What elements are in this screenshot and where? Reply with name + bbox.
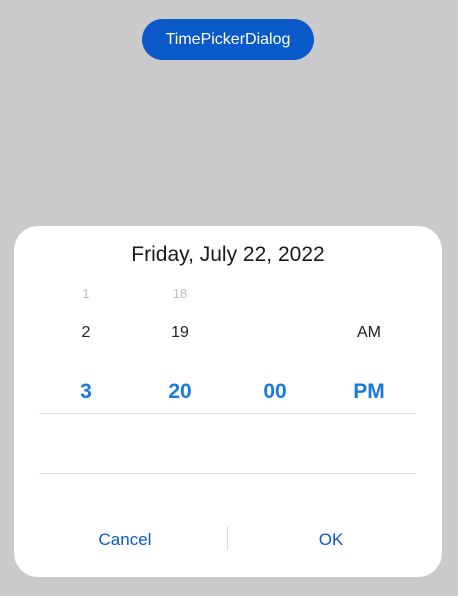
- hour-option[interactable]: 1: [56, 286, 116, 301]
- hour-selected[interactable]: 3: [56, 380, 116, 404]
- minute-column[interactable]: 18 19 20: [150, 276, 210, 436]
- minute-option[interactable]: 18: [150, 286, 210, 301]
- dialog-date-title: Friday, July 22, 2022: [131, 243, 325, 266]
- hour-column[interactable]: 1 2 3: [56, 276, 116, 436]
- selection-divider-bottom: [39, 473, 416, 474]
- time-picker-dialog: Friday, July 22, 2022 1 2 3 18 19 20 00 …: [14, 226, 442, 577]
- dialog-actions: Cancel OK: [14, 522, 442, 558]
- actions-divider: [227, 526, 228, 550]
- second-column[interactable]: 00: [245, 276, 305, 436]
- minute-option[interactable]: 19: [150, 324, 210, 342]
- minute-selected[interactable]: 20: [150, 380, 210, 404]
- hour-option[interactable]: 2: [56, 324, 116, 342]
- meridiem-option-am[interactable]: AM: [339, 324, 399, 342]
- selection-divider-top: [39, 413, 416, 414]
- ok-button[interactable]: OK: [260, 522, 402, 558]
- meridiem-selected[interactable]: PM: [339, 380, 399, 404]
- meridiem-column[interactable]: AM PM: [339, 276, 399, 436]
- time-picker: 1 2 3 18 19 20 00 AM PM: [14, 276, 442, 474]
- second-selected[interactable]: 00: [245, 380, 305, 404]
- cancel-button[interactable]: Cancel: [54, 522, 196, 558]
- time-picker-dialog-button[interactable]: TimePickerDialog: [142, 19, 314, 60]
